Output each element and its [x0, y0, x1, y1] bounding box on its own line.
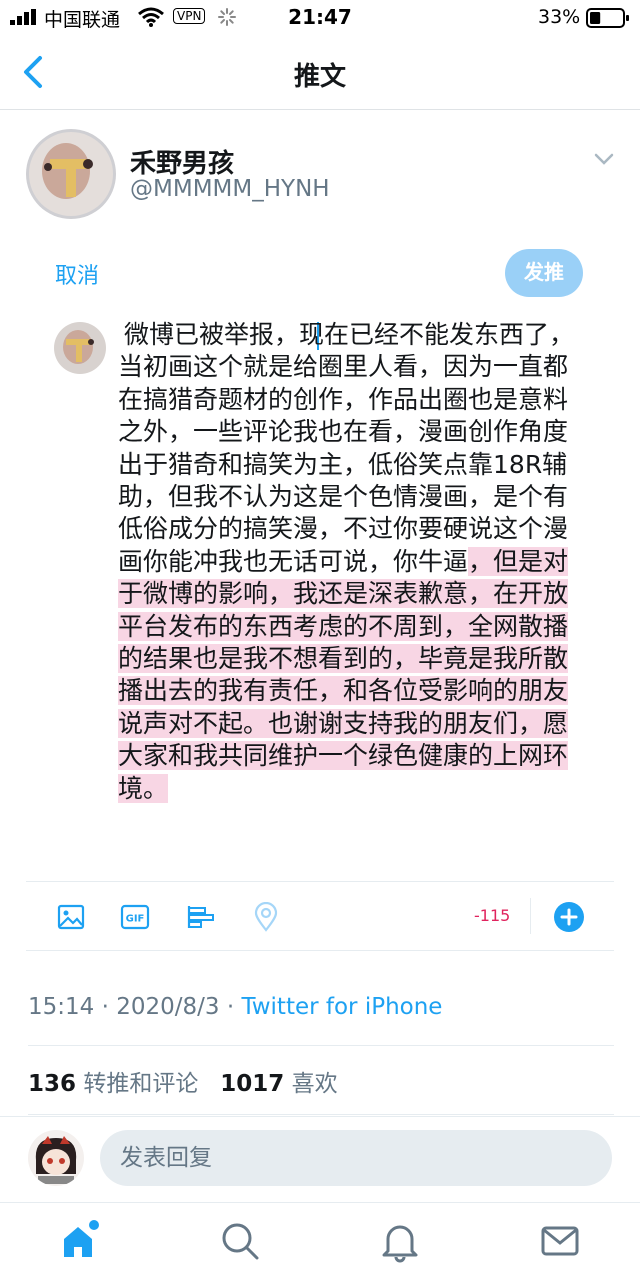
gif-label: GIF: [126, 914, 145, 925]
add-poll-button[interactable]: [186, 903, 216, 931]
cancel-button[interactable]: 取消: [55, 258, 99, 290]
battery-percent: 33%: [538, 6, 581, 28]
add-image-button[interactable]: [57, 903, 85, 931]
avatar-image: [54, 322, 106, 374]
tab-messages[interactable]: [538, 1219, 582, 1263]
tweet-time: 15:14: [28, 994, 95, 1020]
tab-home[interactable]: [58, 1219, 102, 1263]
avatar-image: [28, 1130, 84, 1186]
author-handle[interactable]: @MMMMM_HYNH: [130, 176, 330, 202]
battery-icon: [586, 8, 629, 28]
compose-toolbar: GIF -115: [26, 881, 614, 951]
search-icon: [222, 1223, 259, 1260]
retweets-link[interactable]: 136 转推和评论: [28, 1071, 198, 1097]
post-tweet-button[interactable]: 发推: [505, 249, 583, 297]
avatar-image: [26, 129, 116, 219]
reply-input[interactable]: [100, 1130, 612, 1186]
retweets-count: 136: [28, 1071, 77, 1097]
nav-bar: 推文: [0, 36, 640, 110]
tweet-text-over-limit: ，但是对于微博的影响，我还是深表歉意，在开放平台发布的东西考虑的不周到，全网散播…: [118, 546, 569, 803]
home-icon: [64, 1220, 99, 1257]
tab-notifications[interactable]: [378, 1219, 422, 1263]
compose-textarea[interactable]: 微博已被举报，现在已经不能发东西了，当初画这个就是给圈里人看，因为一直都在搞猎奇…: [118, 319, 588, 805]
tweet-text-within-limit: 微博已被举报，现在已经不能发东西了，当初画这个就是给圈里人看，因为一直都在搞猎奇…: [118, 320, 575, 576]
divider: [28, 1045, 614, 1046]
add-gif-button[interactable]: GIF: [120, 903, 150, 931]
compose-avatar: [54, 322, 106, 374]
tweet-stats: 136 转推和评论 1017 喜欢: [28, 1064, 338, 1098]
tweet-meta: 15:14 · 2020/8/3 · Twitter for iPhone: [28, 994, 442, 1020]
image-icon: [57, 904, 85, 930]
meta-separator: ·: [226, 994, 235, 1020]
status-bar: 中国联通 VPN 21:47 33%: [0, 0, 640, 36]
retweets-label: 转推和评论: [83, 1071, 199, 1097]
location-icon: [254, 901, 278, 932]
tweet-source-link[interactable]: Twitter for iPhone: [241, 994, 442, 1020]
gif-icon: GIF: [120, 904, 150, 930]
likes-link[interactable]: 1017 喜欢: [220, 1071, 337, 1097]
tab-search[interactable]: [218, 1219, 262, 1263]
add-location-button[interactable]: [253, 901, 279, 932]
likes-count: 1017: [220, 1071, 285, 1097]
chevron-down-icon: [594, 153, 614, 165]
toolbar-divider: [530, 898, 531, 934]
add-icon: [560, 908, 578, 926]
author-name[interactable]: 禾野男孩: [130, 143, 234, 180]
page-title: 推文: [293, 62, 346, 92]
add-thread-button[interactable]: [554, 902, 584, 932]
tab-bar: [0, 1202, 640, 1284]
messages-icon: [541, 1226, 579, 1256]
poll-icon: [187, 906, 214, 928]
notifications-icon: [382, 1225, 418, 1263]
tweet-menu-button[interactable]: [590, 148, 618, 170]
likes-label: 喜欢: [291, 1071, 338, 1097]
meta-separator: ·: [101, 994, 109, 1020]
user-avatar[interactable]: [28, 1130, 84, 1186]
character-counter: -115: [474, 906, 511, 925]
tweet-date: 2020/8/3: [116, 994, 220, 1020]
divider: [28, 1114, 614, 1115]
author-avatar[interactable]: [26, 129, 116, 219]
